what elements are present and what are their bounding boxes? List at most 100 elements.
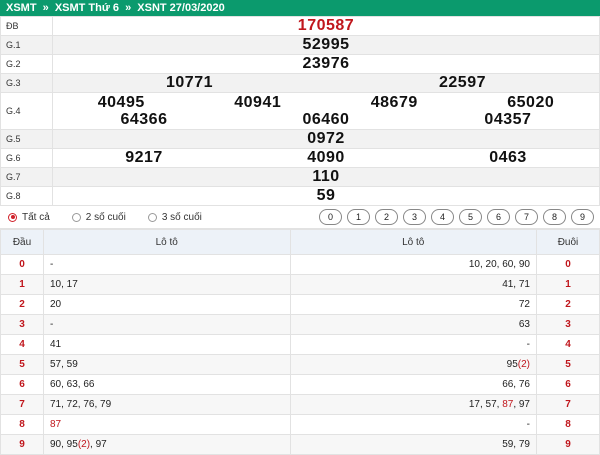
digit-button-4[interactable]: 4 xyxy=(431,209,454,225)
loto-right-cell: - xyxy=(289,334,537,355)
loto-right-cell: 59, 79 xyxy=(289,434,537,455)
digit-button-2[interactable]: 2 xyxy=(375,209,398,225)
prize-number: 06460 xyxy=(302,111,350,128)
prize-row-db: ĐB 170587 xyxy=(0,16,600,36)
digit-button-8[interactable]: 8 xyxy=(543,209,566,225)
prize-number: 48679 xyxy=(370,94,418,111)
column-header-duoi: Đuôi xyxy=(536,229,600,255)
prize-number: 65020 xyxy=(507,94,555,111)
breadcrumb-link-xsmt[interactable]: XSMT xyxy=(6,2,37,14)
column-header-dau: Đầu xyxy=(0,229,44,255)
loto-row: 2 20 72 2 xyxy=(0,294,600,315)
loto-left-cell: 57, 59 xyxy=(43,354,291,375)
prize-number: 0972 xyxy=(307,130,345,147)
loto-right-cell: 95(2) xyxy=(289,354,537,375)
loto-row: 5 57, 59 95(2) 5 xyxy=(0,354,600,375)
prize-label: G.4 xyxy=(0,92,53,130)
prize-number: 4090 xyxy=(307,149,345,166)
loto-row: 8 87-8 xyxy=(0,414,600,435)
loto-left-cell: 20 xyxy=(43,294,291,315)
duoi-cell: 4 xyxy=(536,334,600,355)
filter-label: 2 số cuối xyxy=(85,211,126,223)
special-number: (2) xyxy=(517,359,530,370)
breadcrumb-link-xsmt-thu-6[interactable]: XSMT Thứ 6 xyxy=(55,2,119,14)
dau-cell: 7 xyxy=(0,394,44,415)
loto-row: 7 71, 72, 76, 79 17, 57, 87, 97 7 xyxy=(0,394,600,415)
digit-button-6[interactable]: 6 xyxy=(487,209,510,225)
filter-2-digit-radio[interactable]: 2 số cuối xyxy=(71,211,126,223)
loto-left-cell: 87 xyxy=(43,414,291,435)
digit-button-9[interactable]: 9 xyxy=(571,209,594,225)
duoi-cell: 8 xyxy=(536,414,600,435)
prize-label: G.5 xyxy=(0,129,53,149)
prize-label: G.1 xyxy=(0,35,53,55)
prize-row-g6: G.6 9217 4090 0463 xyxy=(0,148,600,168)
prize-row-g3: G.3 10771 22597 xyxy=(0,73,600,93)
prize-label: G.8 xyxy=(0,186,53,206)
dau-cell: 2 xyxy=(0,294,44,315)
loto-left-cell: 90, 95(2), 97 xyxy=(43,434,291,455)
results-table: ĐB 170587 G.1 52995 G.2 23976 G.3 10771 … xyxy=(0,16,600,206)
digit-filter-group: 0 1 2 3 4 5 6 7 8 9 xyxy=(319,209,594,225)
prize-number: 22597 xyxy=(439,74,486,91)
prize-number: 110 xyxy=(312,168,340,185)
dau-cell: 5 xyxy=(0,354,44,375)
radio-unchecked-icon xyxy=(71,212,81,222)
digit-button-0[interactable]: 0 xyxy=(319,209,342,225)
prize-row-g4: G.4 40495 40941 48679 65020 64366 06460 … xyxy=(0,92,600,130)
prize-number: 9217 xyxy=(125,149,163,166)
loto-left-cell: 10, 17 xyxy=(43,274,291,295)
special-number: 87 xyxy=(50,419,62,430)
prize-label: ĐB xyxy=(0,16,53,36)
loto-right-cell: 17, 57, 87, 97 xyxy=(289,394,537,415)
prize-row-g8: G.8 59 xyxy=(0,186,600,206)
digit-button-3[interactable]: 3 xyxy=(403,209,426,225)
special-number: (2) xyxy=(77,439,91,450)
loto-left-cell: 60, 63, 66 xyxy=(43,374,291,395)
loto-right-cell: 41, 71 xyxy=(289,274,537,295)
radio-unchecked-icon xyxy=(147,212,157,222)
filter-all-radio[interactable]: Tất cả xyxy=(8,212,50,223)
duoi-cell: 5 xyxy=(536,354,600,375)
prize-number: 40941 xyxy=(234,94,282,111)
dau-cell: 0 xyxy=(0,254,44,275)
filter-label: Tất cả xyxy=(22,211,50,223)
prize-number: 10771 xyxy=(166,74,213,91)
duoi-cell: 2 xyxy=(536,294,600,315)
dau-cell: 6 xyxy=(0,374,44,395)
loto-left-cell: - xyxy=(43,254,291,275)
loto-right-cell: 72 xyxy=(289,294,537,315)
dau-cell: 8 xyxy=(0,414,44,435)
radio-checked-icon xyxy=(8,212,17,222)
loto-right-cell: - xyxy=(289,414,537,435)
duoi-cell: 9 xyxy=(536,434,600,455)
prize-row-g7: G.7 110 xyxy=(0,167,600,187)
prize-number: 0463 xyxy=(489,149,527,166)
filter-3-digit-radio[interactable]: 3 số cuối xyxy=(147,211,202,223)
prize-label: G.7 xyxy=(0,167,53,187)
loto-row: 0-10, 20, 60, 90 0 xyxy=(0,254,600,275)
filter-bar: Tất cả 2 số cuối 3 số cuối 0 1 2 3 4 5 6… xyxy=(0,206,600,229)
loto-row: 3-63 3 xyxy=(0,314,600,335)
digit-button-5[interactable]: 5 xyxy=(459,209,482,225)
loto-right-cell: 66, 76 xyxy=(289,374,537,395)
digit-button-7[interactable]: 7 xyxy=(515,209,538,225)
dau-cell: 4 xyxy=(0,334,44,355)
dau-cell: 1 xyxy=(0,274,44,295)
breadcrumb-current: XSNT 27/03/2020 xyxy=(137,2,225,14)
digit-button-1[interactable]: 1 xyxy=(347,209,370,225)
prize-number: 04357 xyxy=(484,111,532,128)
column-header-loto-right: Lô tô xyxy=(289,229,537,255)
breadcrumb-separator: » xyxy=(42,2,49,14)
prize-number: 23976 xyxy=(302,55,350,72)
loto-table: Đầu Lô tô Lô tô Đuôi 0-10, 20, 60, 90 0 1 1… xyxy=(0,229,600,455)
loto-left-cell: - xyxy=(43,314,291,335)
dau-cell: 9 xyxy=(0,434,44,455)
prize-label: G.2 xyxy=(0,54,53,74)
filter-label: 3 số cuối xyxy=(161,211,202,223)
loto-right-cell: 10, 20, 60, 90 xyxy=(289,254,537,275)
loto-left-cell: 71, 72, 76, 79 xyxy=(43,394,291,415)
prize-row-g2: G.2 23976 xyxy=(0,54,600,74)
loto-row: 6 60, 63, 66 66, 76 6 xyxy=(0,374,600,395)
dau-cell: 3 xyxy=(0,314,44,335)
